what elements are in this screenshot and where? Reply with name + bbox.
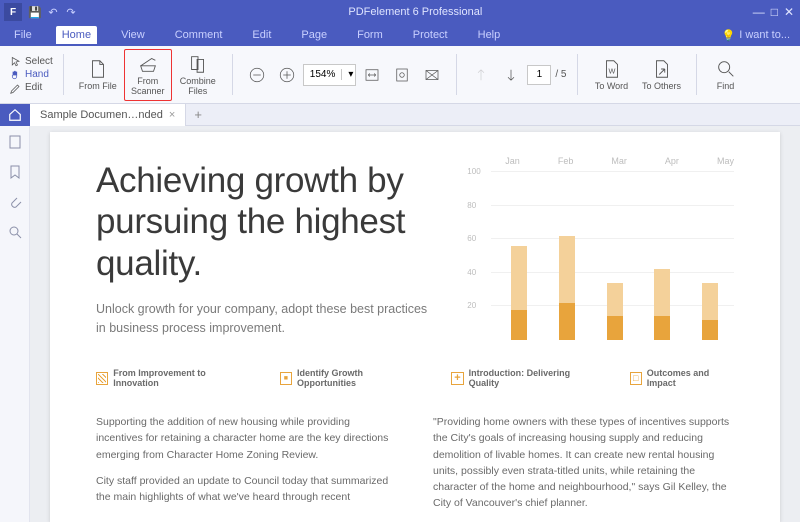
tab-page[interactable]: Page [295,26,333,44]
to-word-button[interactable]: W To Word [588,49,636,101]
maximize-button[interactable]: □ [771,5,778,19]
select-tool[interactable]: Select [10,56,53,68]
attachments-panel-button[interactable] [7,194,23,210]
file-icon [87,58,109,80]
section-link-outcomes[interactable]: Outcomes and Impact [630,368,734,388]
cursor-icon [10,56,22,68]
redo-icon[interactable]: ↷ [64,5,78,19]
search-panel-button[interactable] [7,224,23,240]
diagonal-icon [96,372,108,385]
fit-width-button[interactable] [358,61,386,89]
tab-protect[interactable]: Protect [407,26,454,44]
from-file-button[interactable]: From File [74,49,122,101]
combine-icon [187,53,209,75]
page-title: Achieving growth by pursuing the highest… [96,160,445,284]
to-others-button[interactable]: To Others [638,49,686,101]
doc-tabstrip: Sample Documen…nded × + [0,104,800,126]
bulb-icon: 💡 [722,29,736,42]
outline-icon [630,372,642,385]
page-viewport[interactable]: Achieving growth by pursuing the highest… [30,126,800,522]
page-indicator: / 5 [527,65,566,85]
tab-comment[interactable]: Comment [169,26,229,44]
fit-page-button[interactable] [388,61,416,89]
scanner-icon [137,53,159,75]
edit-tool[interactable]: Edit [10,82,53,94]
close-button[interactable]: ✕ [784,5,794,19]
minimize-button[interactable]: — [753,5,765,19]
app-title: PDFelement 6 Professional [78,6,753,18]
home-nav-button[interactable] [0,104,30,126]
i-want-to-search[interactable]: 💡 I want to... [722,29,790,42]
find-button[interactable]: Find [707,49,745,101]
bookmarks-panel-button[interactable] [7,164,23,180]
tab-edit[interactable]: Edit [246,26,277,44]
section-link-growth[interactable]: Identify Growth Opportunities [280,368,416,388]
zoom-in-button[interactable] [273,61,301,89]
document-tab-label: Sample Documen…nded [40,109,163,121]
next-page-button[interactable] [497,61,525,89]
export-icon [651,58,673,80]
prev-page-button[interactable] [467,61,495,89]
save-icon[interactable]: 💾 [28,5,42,19]
page-total: / 5 [555,69,566,80]
actual-size-button[interactable] [418,61,446,89]
page-subtitle: Unlock growth for your company, adopt th… [96,300,436,338]
square-icon [280,372,292,385]
body-text: Supporting the addition of new housing w… [96,414,397,463]
document-page: Achieving growth by pursuing the highest… [50,132,780,522]
home-icon [8,108,22,122]
from-scanner-button[interactable]: From Scanner [124,49,172,101]
i-want-to-label: I want to... [739,29,790,41]
body-columns: Supporting the addition of new housing w… [96,414,734,522]
section-link-innovation[interactable]: From Improvement to Innovation [96,368,244,388]
section-nav: From Improvement to Innovation Identify … [96,368,734,388]
document-tab[interactable]: Sample Documen…nded × [30,104,186,126]
zoom-dropdown[interactable]: 154%▾ [303,64,357,86]
workspace: Achieving growth by pursuing the highest… [0,126,800,522]
hand-tool[interactable]: Hand [10,69,53,81]
tab-file[interactable]: File [8,26,38,44]
menubar: File Home View Comment Edit Page Form Pr… [0,24,800,46]
hand-icon [10,69,22,81]
page-input[interactable] [527,65,551,85]
thumbnails-panel-button[interactable] [7,134,23,150]
word-icon: W [601,58,623,80]
combine-files-button[interactable]: Combine Files [174,49,222,101]
new-tab-button[interactable]: + [186,107,210,122]
tab-form[interactable]: Form [351,26,389,44]
body-text: City staff provided an update to Council… [96,473,397,506]
section-link-quality[interactable]: Introduction: Delivering Quality [451,368,593,388]
chevron-down-icon: ▾ [341,69,355,80]
tab-view[interactable]: View [115,26,151,44]
quick-access-toolbar: 💾 ↶ ↷ [28,5,78,19]
chart: JanFebMarAprMay20406080100 [465,160,734,340]
close-tab-icon[interactable]: × [169,109,175,121]
svg-text:W: W [608,66,615,75]
zoom-out-button[interactable] [243,61,271,89]
search-icon [715,58,737,80]
titlebar: F 💾 ↶ ↷ PDFelement 6 Professional — □ ✕ [0,0,800,24]
tab-home[interactable]: Home [56,26,97,44]
tab-help[interactable]: Help [472,26,507,44]
ribbon: Select Hand Edit From File From Scanner … [0,46,800,104]
undo-icon[interactable]: ↶ [46,5,60,19]
app-logo: F [4,3,22,21]
plus-icon [451,372,463,385]
body-text: "Providing home owners with these types … [433,414,734,512]
pencil-icon [10,82,22,94]
sidebar [0,126,30,522]
